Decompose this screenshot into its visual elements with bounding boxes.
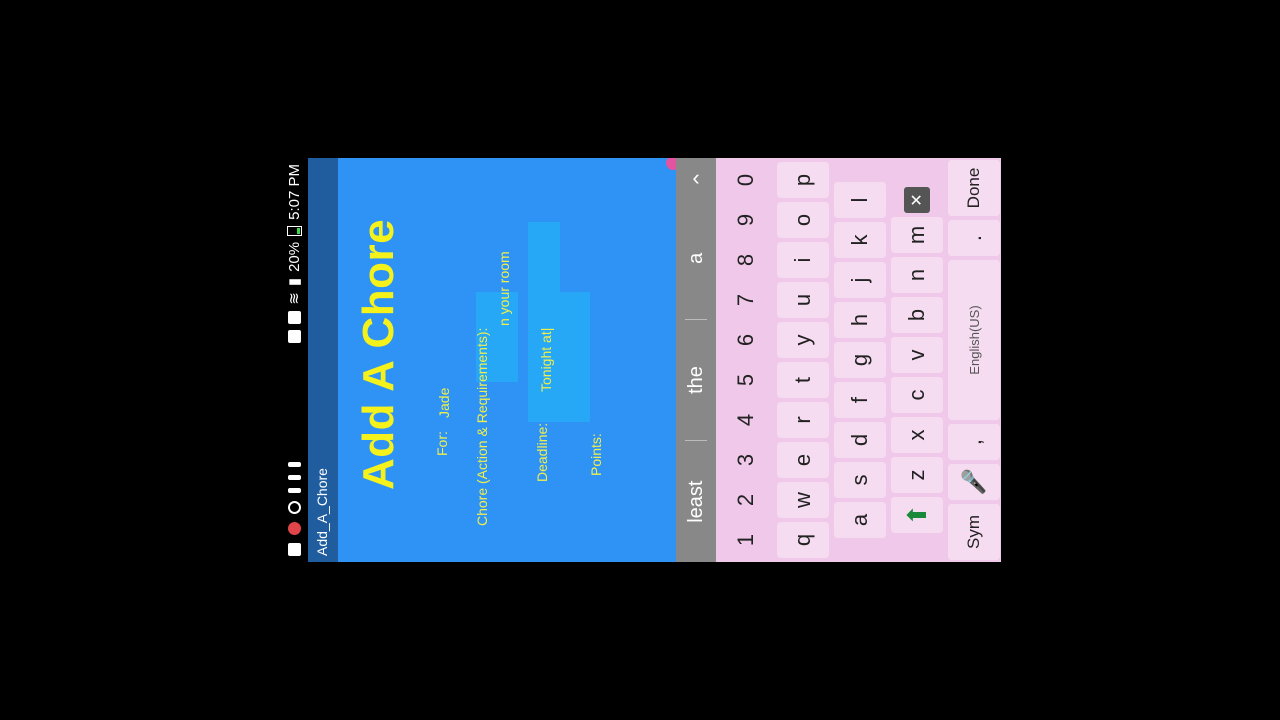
missed-call-icon	[287, 522, 301, 535]
clock: 5:07 PM	[285, 164, 303, 220]
suggestion-least[interactable]: least	[685, 441, 708, 562]
key-0[interactable]: 0	[720, 162, 772, 198]
key-o[interactable]: o	[777, 202, 829, 238]
comma-key[interactable]: ,	[948, 424, 1000, 460]
letter-row-2: a s d f g h j k l	[834, 160, 886, 560]
backspace-icon[interactable]: ✕	[904, 187, 930, 213]
key-c[interactable]: c	[891, 377, 943, 413]
app-screen: ≋ ▮ 20% 5:07 PM Add_A_Chore Add A Chore …	[280, 158, 1001, 562]
deadline-field[interactable]	[528, 222, 560, 422]
notification-icon	[287, 488, 301, 493]
key-4[interactable]: 4	[720, 402, 772, 438]
key-y[interactable]: y	[777, 322, 829, 358]
period-key[interactable]: .	[948, 220, 1000, 256]
key-1[interactable]: 1	[720, 522, 772, 558]
nfc-icon	[287, 310, 301, 324]
battery-icon	[286, 225, 302, 236]
key-z[interactable]: z	[891, 457, 943, 493]
key-d[interactable]: d	[834, 422, 886, 458]
notification-icon	[287, 462, 301, 467]
chore-input[interactable]: n your room	[496, 251, 512, 326]
microphone-icon[interactable]: 🎤	[948, 464, 1000, 500]
key-u[interactable]: u	[777, 282, 829, 318]
key-8[interactable]: 8	[720, 242, 772, 278]
message-icon	[287, 543, 301, 556]
done-key[interactable]: Done	[948, 160, 1000, 216]
battery-percent: 20%	[285, 241, 303, 272]
sync-icon	[287, 501, 301, 514]
key-n[interactable]: n	[891, 257, 943, 293]
chore-label: Chore (Action & Requirements):	[474, 327, 490, 526]
key-s[interactable]: s	[834, 462, 886, 498]
key-v[interactable]: v	[891, 337, 943, 373]
add-chore-form: Add A Chore For: Jade Chore (Action & Re…	[338, 158, 680, 562]
signal-icon: ▮	[286, 277, 303, 287]
letter-row-3: ⬆ z x c v b n m ✕	[891, 160, 943, 560]
key-p[interactable]: p	[777, 162, 829, 198]
key-a[interactable]: a	[834, 502, 886, 538]
keyboard: 1 2 3 4 5 6 7 8 9 0 q w e r t y u i o p …	[716, 158, 1001, 562]
number-row: 1 2 3 4 5 6 7 8 9 0	[720, 160, 772, 560]
key-7[interactable]: 7	[720, 282, 772, 318]
key-f[interactable]: f	[834, 382, 886, 418]
wifi-icon: ≋	[286, 292, 303, 305]
suggestion-the[interactable]: the	[685, 320, 708, 441]
app-name: Add_A_Chore	[314, 468, 330, 556]
key-l[interactable]: l	[834, 182, 886, 218]
key-m[interactable]: m	[891, 217, 943, 253]
key-g[interactable]: g	[834, 342, 886, 378]
points-label: Points:	[588, 433, 604, 476]
phone-screen-rotated: ≋ ▮ 20% 5:07 PM Add_A_Chore Add A Chore …	[280, 158, 1001, 562]
key-i[interactable]: i	[777, 242, 829, 278]
key-e[interactable]: e	[777, 442, 829, 478]
action-bar: Add_A_Chore	[308, 158, 338, 562]
key-h[interactable]: h	[834, 302, 886, 338]
suggestion-strip: least the a ‹	[676, 158, 716, 562]
status-bar: ≋ ▮ 20% 5:07 PM	[280, 158, 308, 562]
divider	[685, 440, 707, 442]
key-r[interactable]: r	[777, 402, 829, 438]
key-2[interactable]: 2	[720, 482, 772, 518]
divider	[685, 318, 707, 320]
key-b[interactable]: b	[891, 297, 943, 333]
key-x[interactable]: x	[891, 417, 943, 453]
shift-arrow-icon[interactable]: ⬆	[891, 497, 943, 533]
suggestion-a[interactable]: a	[685, 198, 708, 319]
notification-icon	[287, 475, 301, 480]
sym-key[interactable]: Sym	[948, 504, 1000, 560]
deadline-label: Deadline:	[534, 422, 550, 482]
for-value: Jade	[436, 387, 452, 418]
for-label: For:	[434, 431, 450, 456]
letter-row-1: q w e r t y u i o p	[777, 160, 829, 560]
key-t[interactable]: t	[777, 362, 829, 398]
bottom-row: Sym 🎤 , English(US) . Done	[948, 160, 1000, 560]
key-9[interactable]: 9	[720, 202, 772, 238]
key-j[interactable]: j	[834, 262, 886, 298]
deadline-input[interactable]: Tonight at|	[538, 328, 554, 392]
page-title: Add A Chore	[354, 218, 403, 490]
key-6[interactable]: 6	[720, 322, 772, 358]
space-key[interactable]: English(US)	[948, 260, 1000, 420]
key-3[interactable]: 3	[720, 442, 772, 478]
screenshot-icon	[287, 329, 301, 343]
key-w[interactable]: w	[777, 482, 829, 518]
key-5[interactable]: 5	[720, 362, 772, 398]
chevron-up-icon[interactable]: ‹	[676, 165, 716, 191]
key-q[interactable]: q	[777, 522, 829, 558]
key-k[interactable]: k	[834, 222, 886, 258]
